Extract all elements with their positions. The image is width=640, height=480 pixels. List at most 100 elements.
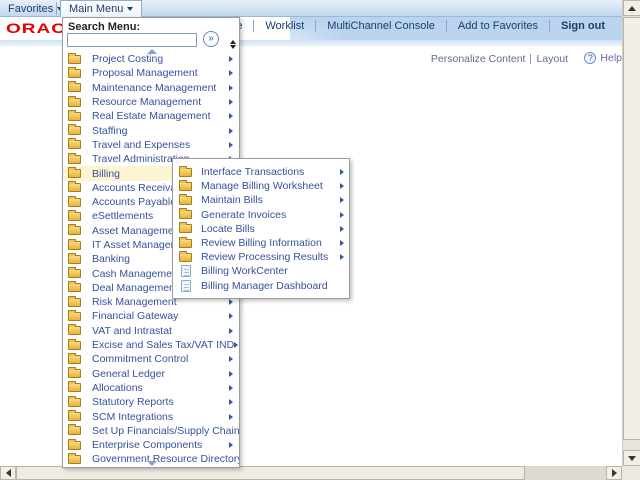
menu-item-vat-and-intrastat[interactable]: VAT and Intrastat xyxy=(63,324,239,338)
chevron-down-icon xyxy=(127,7,133,11)
folder-icon xyxy=(68,312,81,321)
submenu-item-billing-workcenter[interactable]: Billing WorkCenter xyxy=(173,264,349,278)
folder-icon xyxy=(68,269,81,278)
scroll-down-button[interactable] xyxy=(623,450,640,466)
submenu-item-review-billing-information[interactable]: Review Billing Information xyxy=(173,236,349,250)
submenu-arrow-icon xyxy=(340,240,344,246)
folder-icon xyxy=(68,341,81,350)
search-go-button[interactable]: » xyxy=(203,31,219,47)
menu-item-financial-gateway[interactable]: Financial Gateway xyxy=(63,309,239,323)
menu-search-input[interactable] xyxy=(67,33,197,47)
main-menu-label: Main Menu xyxy=(69,3,123,15)
submenu-item-locate-bills[interactable]: Locate Bills xyxy=(173,222,349,236)
pipe-separator xyxy=(530,54,531,64)
favorites-menu[interactable]: Favorites xyxy=(8,0,63,17)
menu-item-real-estate-management[interactable]: Real Estate Management xyxy=(63,109,239,123)
folder-icon xyxy=(68,69,81,78)
menu-item-project-costing[interactable]: Project Costing xyxy=(63,52,239,66)
menu-resize-handle[interactable] xyxy=(230,40,236,49)
scroll-up-button[interactable] xyxy=(623,0,640,16)
menu-scroll-down-icon[interactable] xyxy=(147,461,157,466)
folder-icon xyxy=(68,226,81,235)
submenu-arrow-icon xyxy=(340,169,344,175)
folder-icon xyxy=(68,169,81,178)
folder-icon xyxy=(68,298,81,307)
menu-item-staffing[interactable]: Staffing xyxy=(63,123,239,137)
folder-icon xyxy=(68,283,81,292)
folder-icon xyxy=(68,241,81,250)
submenu-arrow-icon xyxy=(229,70,233,76)
folder-icon xyxy=(179,239,192,248)
scroll-left-button[interactable] xyxy=(0,466,16,480)
submenu-arrow-icon xyxy=(229,128,233,134)
folder-icon xyxy=(68,212,81,221)
menu-item-enterprise-components[interactable]: Enterprise Components xyxy=(63,438,239,452)
folder-icon xyxy=(68,383,81,392)
menu-item-maintenance-management[interactable]: Maintenance Management xyxy=(63,81,239,95)
submenu-arrow-icon xyxy=(229,113,233,119)
help-link[interactable]: ? Help xyxy=(584,52,622,64)
sign-out-link[interactable]: Sign out xyxy=(550,20,616,32)
submenu-item-billing-manager-dashboard[interactable]: Billing Manager Dashboard xyxy=(173,279,349,293)
submenu-arrow-icon xyxy=(340,183,344,189)
arrow-right-icon xyxy=(612,469,617,477)
scrollbar-corner xyxy=(622,466,640,480)
menu-item-commitment-control[interactable]: Commitment Control xyxy=(63,352,239,366)
page-icon xyxy=(181,280,191,292)
main-menu-tab[interactable]: Main Menu xyxy=(60,0,142,17)
folder-icon xyxy=(179,210,192,219)
folder-icon xyxy=(68,198,81,207)
menu-item-resource-management[interactable]: Resource Management xyxy=(63,95,239,109)
submenu-item-review-processing-results[interactable]: Review Processing Results xyxy=(173,250,349,264)
layout-link[interactable]: Layout xyxy=(536,53,568,65)
folder-icon xyxy=(68,126,81,135)
page-icon xyxy=(181,265,191,277)
folder-icon xyxy=(68,155,81,164)
arrow-up-icon xyxy=(628,6,636,11)
submenu-arrow-icon xyxy=(229,399,233,405)
menu-item-allocations[interactable]: Allocations xyxy=(63,381,239,395)
worklist-link[interactable]: Worklist xyxy=(254,20,316,32)
submenu-arrow-icon xyxy=(340,212,344,218)
submenu-arrow-icon xyxy=(229,442,233,448)
menu-item-travel-and-expenses[interactable]: Travel and Expenses xyxy=(63,138,239,152)
folder-icon xyxy=(179,182,192,191)
submenu-arrow-icon xyxy=(229,356,233,362)
menu-item-statutory-reports[interactable]: Statutory Reports xyxy=(63,395,239,409)
folder-icon xyxy=(68,398,81,407)
folder-icon xyxy=(68,255,81,264)
vertical-scrollbar-thumb[interactable] xyxy=(623,17,640,440)
submenu-arrow-icon xyxy=(234,342,238,348)
horizontal-scrollbar-thumb[interactable] xyxy=(16,466,525,480)
submenu-arrow-icon xyxy=(229,99,233,105)
personalize-row: Personalize Content Layout xyxy=(431,53,568,65)
billing-submenu: Interface Transactions Manage Billing Wo… xyxy=(172,158,350,299)
folder-icon xyxy=(68,55,81,64)
submenu-arrow-icon xyxy=(340,197,344,203)
personalize-content-link[interactable]: Personalize Content xyxy=(431,53,526,65)
submenu-item-generate-invoices[interactable]: Generate Invoices xyxy=(173,208,349,222)
folder-icon xyxy=(179,168,192,177)
multichannel-console-link[interactable]: MultiChannel Console xyxy=(316,20,447,32)
menu-item-scm-integrations[interactable]: SCM Integrations xyxy=(63,409,239,423)
vertical-scrollbar[interactable] xyxy=(622,0,640,466)
submenu-item-maintain-bills[interactable]: Maintain Bills xyxy=(173,193,349,207)
folder-icon xyxy=(68,140,81,149)
add-to-favorites-link[interactable]: Add to Favorites xyxy=(447,20,550,32)
menu-item-set-up-financials-supply-chain[interactable]: Set Up Financials/Supply Chain xyxy=(63,424,239,438)
submenu-arrow-icon xyxy=(340,226,344,232)
menu-item-excise-and-sales-tax-vat-ind[interactable]: Excise and Sales Tax/VAT IND xyxy=(63,338,239,352)
menu-item-proposal-management[interactable]: Proposal Management xyxy=(63,66,239,80)
menu-item-general-ledger[interactable]: General Ledger xyxy=(63,367,239,381)
submenu-item-interface-transactions[interactable]: Interface Transactions xyxy=(173,165,349,179)
submenu-arrow-icon xyxy=(229,313,233,319)
scroll-right-button[interactable] xyxy=(606,466,622,480)
search-menu-label: Search Menu: xyxy=(68,21,140,33)
folder-icon xyxy=(179,253,192,262)
help-label: Help xyxy=(600,52,622,64)
help-question-icon: ? xyxy=(584,52,596,64)
resize-down-icon xyxy=(230,45,236,49)
submenu-item-manage-billing-worksheet[interactable]: Manage Billing Worksheet xyxy=(173,179,349,193)
tab-separator xyxy=(56,2,57,15)
favorites-label: Favorites xyxy=(8,3,53,15)
